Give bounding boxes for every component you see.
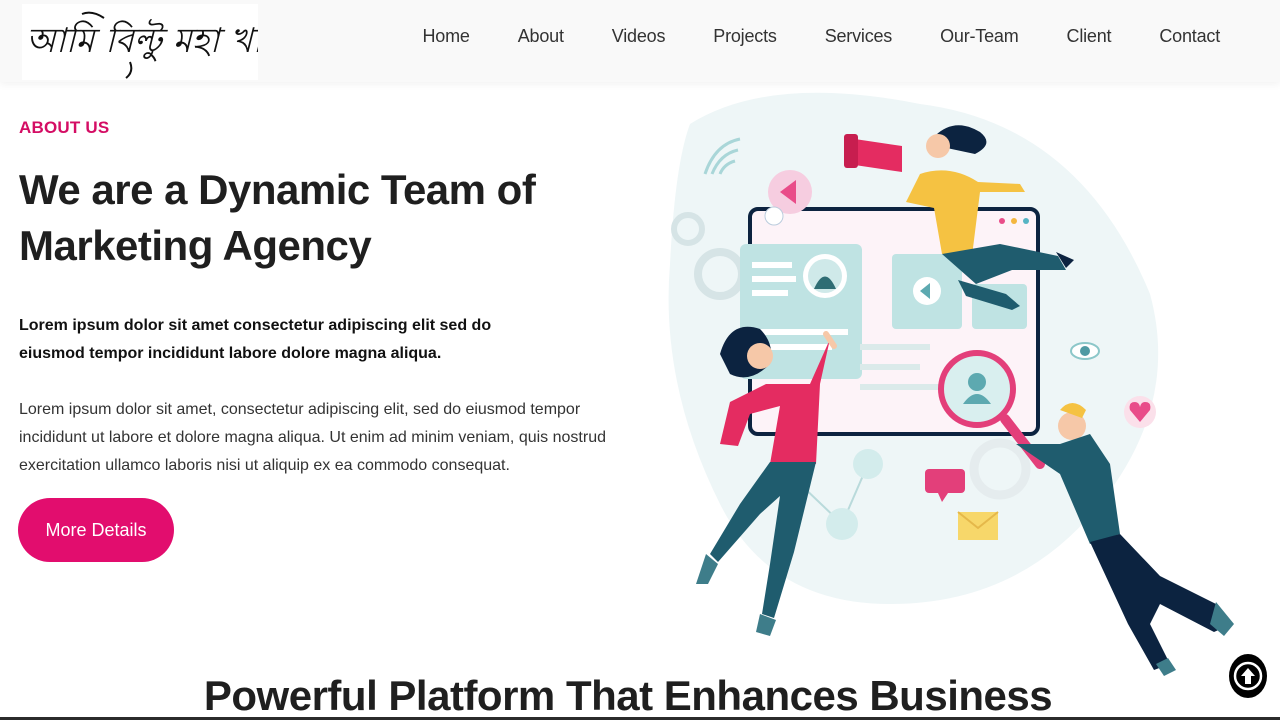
main-nav: Home About Videos Projects Services Our-… xyxy=(374,0,1220,72)
nav-home[interactable]: Home xyxy=(422,26,469,47)
logo-text: আমি বিল্টু মহা খাদক xyxy=(26,18,258,62)
marketing-team-illustration xyxy=(620,84,1260,684)
headline-line-2: Marketing Agency xyxy=(19,222,372,269)
about-body-text: Lorem ipsum dolor sit amet, consectetur … xyxy=(19,401,606,474)
headline-line-1: We are a Dynamic Team of xyxy=(19,166,536,213)
site-header: আমি বিল্টু মহা খাদক Home About Videos Pr… xyxy=(0,0,1280,82)
nav-our-team[interactable]: Our-Team xyxy=(940,26,1019,47)
nav-videos[interactable]: Videos xyxy=(612,26,666,47)
nav-contact[interactable]: Contact xyxy=(1159,26,1220,47)
section-title: Powerful Platform That Enhances Business xyxy=(203,672,1053,719)
nav-about[interactable]: About xyxy=(518,26,564,47)
about-headline: We are a Dynamic Team of Marketing Agenc… xyxy=(19,162,579,274)
scroll-to-top-button[interactable] xyxy=(1229,654,1267,698)
nav-client[interactable]: Client xyxy=(1067,26,1112,47)
logo[interactable]: আমি বিল্টু মহা খাদক xyxy=(22,4,310,80)
about-lead-text: Lorem ipsum dolor sit amet consectetur a… xyxy=(19,317,492,362)
logo-image: আমি বিল্টু মহা খাদক xyxy=(26,11,310,79)
nav-projects[interactable]: Projects xyxy=(713,26,777,47)
nav-services[interactable]: Services xyxy=(825,26,893,47)
more-details-button[interactable]: More Details xyxy=(18,498,174,562)
chat-bubble-icon xyxy=(925,469,965,493)
section-eyebrow: ABOUT US xyxy=(19,118,110,137)
arrow-up-circle-icon xyxy=(1233,661,1263,691)
